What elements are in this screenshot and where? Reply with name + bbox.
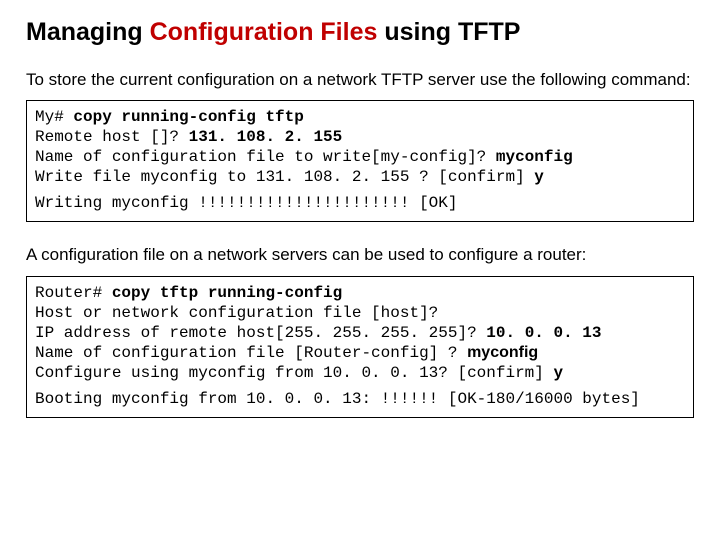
code-line: Booting myconfig from 10. 0. 0. 13: !!!!… (35, 389, 685, 409)
code-line: Write file myconfig to 131. 108. 2. 155 … (35, 167, 685, 187)
page-title: Managing Configuration Files using TFTP (26, 18, 694, 47)
user-input: y (534, 168, 544, 186)
user-input: myconfig (467, 344, 538, 361)
prompt: Write file myconfig to 131. 108. 2. 155 … (35, 168, 534, 186)
code-line: Remote host []? 131. 108. 2. 155 (35, 127, 685, 147)
code-line: Configure using myconfig from 10. 0. 0. … (35, 363, 685, 383)
intro-text-2: A configuration file on a network server… (26, 244, 694, 265)
prompt: IP address of remote host[255. 255. 255.… (35, 324, 486, 342)
user-input: myconfig (496, 148, 573, 166)
prompt: Name of configuration file to write[my-c… (35, 148, 496, 166)
intro-text-1: To store the current configuration on a … (26, 69, 694, 90)
title-part2: using TFTP (377, 18, 520, 46)
code-line: Name of configuration file to write[my-c… (35, 147, 685, 167)
prompt: Name of configuration file [Router-confi… (35, 344, 467, 362)
code-line: Router# copy tftp running-config (35, 283, 685, 303)
command: copy running-config tftp (73, 108, 303, 126)
prompt: My# (35, 108, 73, 126)
prompt: Remote host []? (35, 128, 189, 146)
user-input: 131. 108. 2. 155 (189, 128, 343, 146)
code-line: Name of configuration file [Router-confi… (35, 343, 685, 363)
user-input: y (553, 364, 563, 382)
command: copy tftp running-config (112, 284, 342, 302)
code-line: IP address of remote host[255. 255. 255.… (35, 323, 685, 343)
title-highlight: Configuration Files (150, 18, 378, 46)
code-block-2: Router# copy tftp running-config Host or… (26, 276, 694, 418)
code-line: My# copy running-config tftp (35, 107, 685, 127)
code-line: Writing myconfig !!!!!!!!!!!!!!!!!!!!!! … (35, 193, 685, 213)
prompt: Configure using myconfig from 10. 0. 0. … (35, 364, 553, 382)
title-part1: Managing (26, 18, 150, 46)
code-line: Host or network configuration file [host… (35, 303, 685, 323)
prompt: Router# (35, 284, 112, 302)
code-block-1: My# copy running-config tftp Remote host… (26, 100, 694, 222)
user-input: 10. 0. 0. 13 (486, 324, 601, 342)
